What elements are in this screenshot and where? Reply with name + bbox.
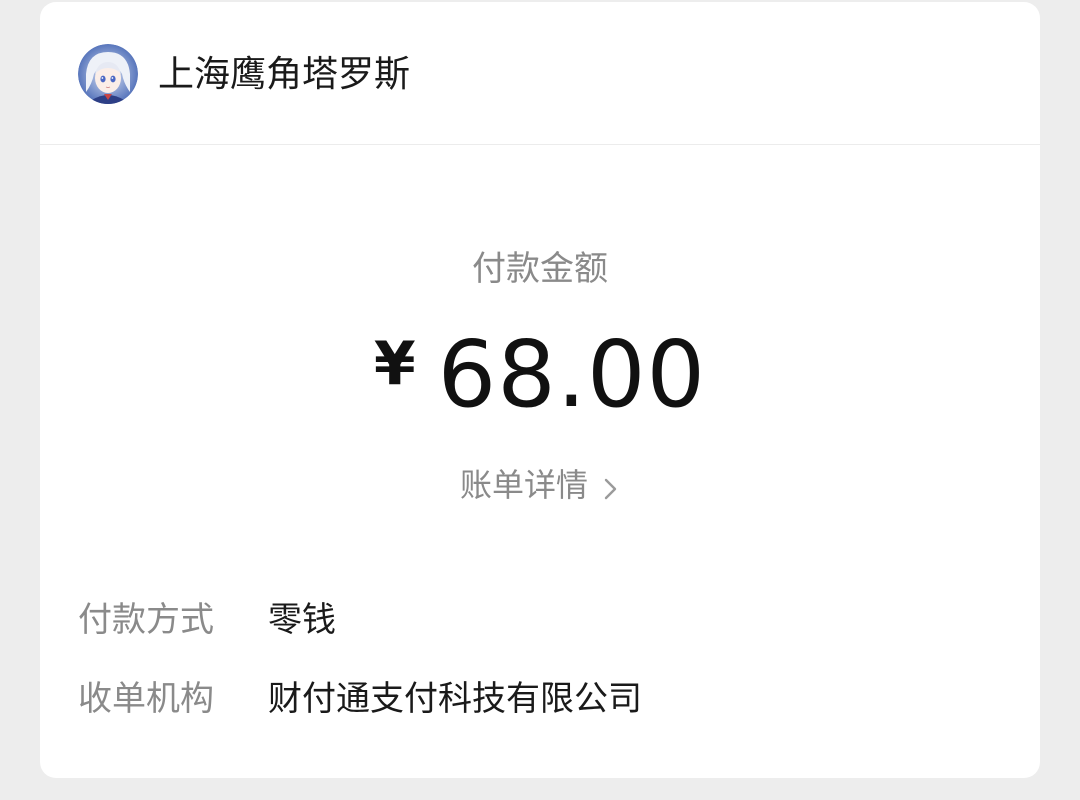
merchant-avatar xyxy=(78,44,138,104)
bill-detail-label: 账单详情 xyxy=(459,466,588,504)
acquirer-label: 收单机构 xyxy=(78,679,214,719)
chevron-right-icon xyxy=(602,470,620,500)
payment-amount: 68.00 xyxy=(437,321,707,428)
amount-display: ¥ 68.00 xyxy=(40,320,1040,430)
merchant-header: 上海鹰角塔罗斯 xyxy=(40,2,1040,145)
payment-method-value: 零钱 xyxy=(268,600,336,640)
payment-method-label: 付款方式 xyxy=(78,600,214,640)
anime-character-avatar-icon xyxy=(78,44,138,104)
payment-method-row: 付款方式 零钱 xyxy=(78,597,336,643)
payment-card: 上海鹰角塔罗斯 付款金额 ¥ 68.00 账单详情 付款方式 零钱 收单机构 财… xyxy=(40,2,1040,778)
merchant-name: 上海鹰角塔罗斯 xyxy=(158,54,411,95)
amount-label: 付款金额 xyxy=(472,249,608,289)
acquirer-value: 财付通支付科技有限公司 xyxy=(268,679,642,719)
currency-symbol: ¥ xyxy=(373,329,416,399)
acquirer-row: 收单机构 财付通支付科技有限公司 xyxy=(78,676,642,722)
bill-detail-link[interactable]: 账单详情 xyxy=(40,462,1040,508)
